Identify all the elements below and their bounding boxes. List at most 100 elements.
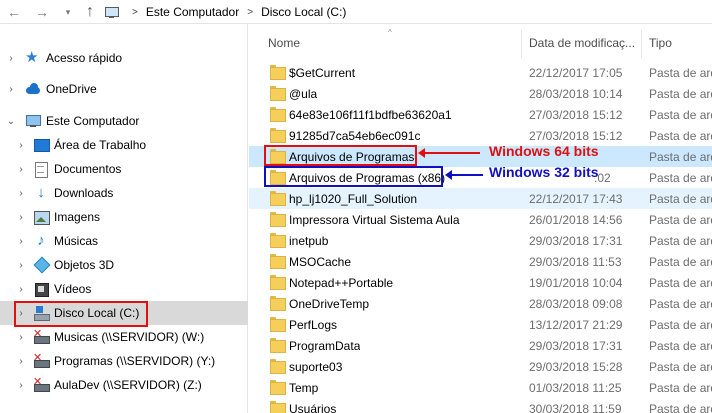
file-type: Pasta de arq — [649, 276, 712, 290]
cloud-icon — [25, 81, 41, 97]
tree-item-label: Objetos 3D — [54, 258, 115, 272]
file-date: 28/03/2018 10:14 — [529, 87, 623, 101]
file-name: ProgramData — [289, 339, 361, 353]
chevron-right-icon[interactable]: › — [16, 188, 26, 199]
folder-icon — [270, 65, 286, 80]
file-date: 29/03/2018 17:31 — [529, 339, 623, 353]
file-name: Usuários — [289, 402, 337, 413]
file-row[interactable]: Usuários 30/03/2018 11:59 Pasta de arq — [249, 398, 712, 413]
file-row[interactable]: PerfLogs 13/12/2017 21:29 Pasta de arq — [249, 314, 712, 335]
file-date: 29/03/2018 15:28 — [529, 360, 623, 374]
tree-item-label: Downloads — [54, 186, 114, 200]
file-name: @ula — [289, 87, 318, 101]
file-date: 19/01/2018 10:04 — [529, 276, 623, 290]
chevron-right-icon[interactable]: › — [16, 332, 26, 343]
chevron-right-icon[interactable]: › — [16, 356, 26, 367]
tree-item-label: AulaDev (\\SERVIDOR) (Z:) — [54, 378, 202, 392]
file-name: OneDriveTemp — [289, 297, 370, 311]
chevron-right-icon[interactable]: › — [16, 284, 26, 295]
breadcrumb-este-computador[interactable]: Este Computador — [146, 5, 239, 19]
crumb-separator-icon: > — [247, 6, 254, 18]
tree-item-acesso-rapido[interactable]: › ★ Acesso rápido — [0, 46, 248, 70]
file-row[interactable]: 91285d7ca54eb6ec091c 27/03/2018 15:12 Pa… — [249, 125, 712, 146]
folder-icon — [270, 359, 286, 374]
chevron-right-icon[interactable]: › — [16, 380, 26, 391]
column-header-date[interactable]: Data de modificaç... — [529, 36, 635, 50]
file-type: Pasta de arq — [649, 255, 712, 269]
tree-item-auladev-servidor[interactable]: › AulaDev (\\SERVIDOR) (Z:) — [0, 373, 248, 397]
tree-item-musicas[interactable]: › ♪ Músicas — [0, 229, 248, 253]
forward-arrow-icon[interactable]: → — [32, 2, 52, 22]
tree-item-label: Acesso rápido — [46, 51, 123, 65]
file-date: 29/03/2018 11:53 — [529, 255, 622, 269]
file-row[interactable]: OneDriveTemp 28/03/2018 09:08 Pasta de a… — [249, 293, 712, 314]
file-type: Pasta de arq — [649, 297, 712, 311]
file-row[interactable]: inetpub 29/03/2018 17:31 Pasta de arq — [249, 230, 712, 251]
tree-item-label: Imagens — [54, 210, 101, 224]
folder-icon — [270, 107, 286, 122]
tree-item-objetos-3d[interactable]: › Objetos 3D — [0, 253, 248, 277]
file-date: 22/12/2017 17:05 — [529, 66, 623, 80]
tree-item-downloads[interactable]: › ↓ Downloads — [0, 181, 248, 205]
file-name: Notepad++Portable — [289, 276, 394, 290]
annotation-box-disco-local — [14, 301, 148, 327]
tree-item-label: OneDrive — [46, 82, 97, 96]
chevron-right-icon[interactable]: › — [16, 212, 26, 223]
file-row[interactable]: MSOCache 29/03/2018 11:53 Pasta de arq — [249, 251, 712, 272]
file-name: hp_lj1020_Full_Solution — [289, 192, 418, 206]
column-divider[interactable] — [521, 30, 522, 58]
tree-item-musicas-servidor[interactable]: › Musicas (\\SERVIDOR) (W:) — [0, 325, 248, 349]
column-header-type[interactable]: Tipo — [649, 36, 672, 50]
up-arrow-icon[interactable]: ↑ — [80, 2, 100, 22]
network-drive-icon — [33, 327, 50, 345]
file-row[interactable]: 64e83e106f11f1bdfbe63620a1 27/03/2018 15… — [249, 104, 712, 125]
file-date: 28/03/2018 09:08 — [529, 297, 623, 311]
file-row[interactable]: ProgramData 29/03/2018 17:31 Pasta de ar… — [249, 335, 712, 356]
address-box[interactable]: > Este Computador > Disco Local (C:) — [104, 0, 712, 24]
documents-icon — [33, 161, 49, 178]
back-arrow-icon[interactable]: ← — [4, 2, 24, 22]
recent-locations-chevron-icon[interactable]: ▾ — [58, 2, 78, 22]
tree-item-este-computador[interactable]: ⌄ Este Computador — [0, 109, 248, 133]
file-type: Pasta de arq — [649, 129, 712, 143]
star-icon: ★ — [25, 49, 39, 66]
file-row[interactable]: @ula 28/03/2018 10:14 Pasta de arq — [249, 83, 712, 104]
tree-item-documentos[interactable]: › Documentos — [0, 157, 248, 181]
chevron-right-icon[interactable]: › — [6, 84, 16, 95]
folder-icon — [270, 380, 286, 395]
chevron-right-icon[interactable]: › — [16, 260, 26, 271]
computer-icon — [104, 6, 120, 18]
tree-item-label: Programas (\\SERVIDOR) (Y:) — [54, 354, 216, 368]
file-row[interactable]: Notepad++Portable 19/01/2018 10:04 Pasta… — [249, 272, 712, 293]
file-row[interactable]: Impressora Virtual Sistema Aula 26/01/20… — [249, 209, 712, 230]
tree-item-programas-servidor[interactable]: › Programas (\\SERVIDOR) (Y:) — [0, 349, 248, 373]
chevron-right-icon[interactable]: › — [16, 164, 26, 175]
file-row[interactable]: $GetCurrent 22/12/2017 17:05 Pasta de ar… — [249, 62, 712, 83]
column-divider[interactable] — [641, 30, 642, 58]
breadcrumb-disco-local[interactable]: Disco Local (C:) — [261, 5, 346, 19]
tree-item-videos[interactable]: › Vídeos — [0, 277, 248, 301]
tree-item-area-de-trabalho[interactable]: › Área de Trabalho — [0, 133, 248, 157]
file-type: Pasta de arq — [649, 108, 712, 122]
chevron-right-icon[interactable]: › — [6, 53, 16, 64]
file-row-hover[interactable]: hp_lj1020_Full_Solution 22/12/2017 17:43… — [249, 188, 712, 209]
folder-icon — [270, 233, 286, 248]
file-name: 64e83e106f11f1bdfbe63620a1 — [289, 108, 452, 122]
file-type: Pasta de arq — [649, 150, 712, 164]
tree-item-onedrive[interactable]: › OneDrive — [0, 77, 248, 101]
file-name: $GetCurrent — [289, 66, 356, 80]
network-drive-icon — [33, 351, 50, 369]
column-header-name[interactable]: Nome — [268, 36, 300, 50]
file-type: Pasta de arq — [649, 87, 712, 101]
folder-icon — [270, 191, 286, 206]
chevron-right-icon[interactable]: › — [16, 236, 26, 247]
chevron-right-icon[interactable]: › — [16, 140, 26, 151]
tree-item-imagens[interactable]: › Imagens — [0, 205, 248, 229]
annotation-box-64bits — [264, 145, 417, 166]
file-name: inetpub — [289, 234, 329, 248]
chevron-down-icon[interactable]: ⌄ — [6, 116, 16, 127]
annotation-label-64bits: Windows 64 bits — [489, 143, 599, 159]
file-type: Pasta de arq — [649, 381, 712, 395]
file-row[interactable]: Temp 01/03/2018 11:25 Pasta de arq — [249, 377, 712, 398]
file-row[interactable]: suporte03 29/03/2018 15:28 Pasta de arq — [249, 356, 712, 377]
